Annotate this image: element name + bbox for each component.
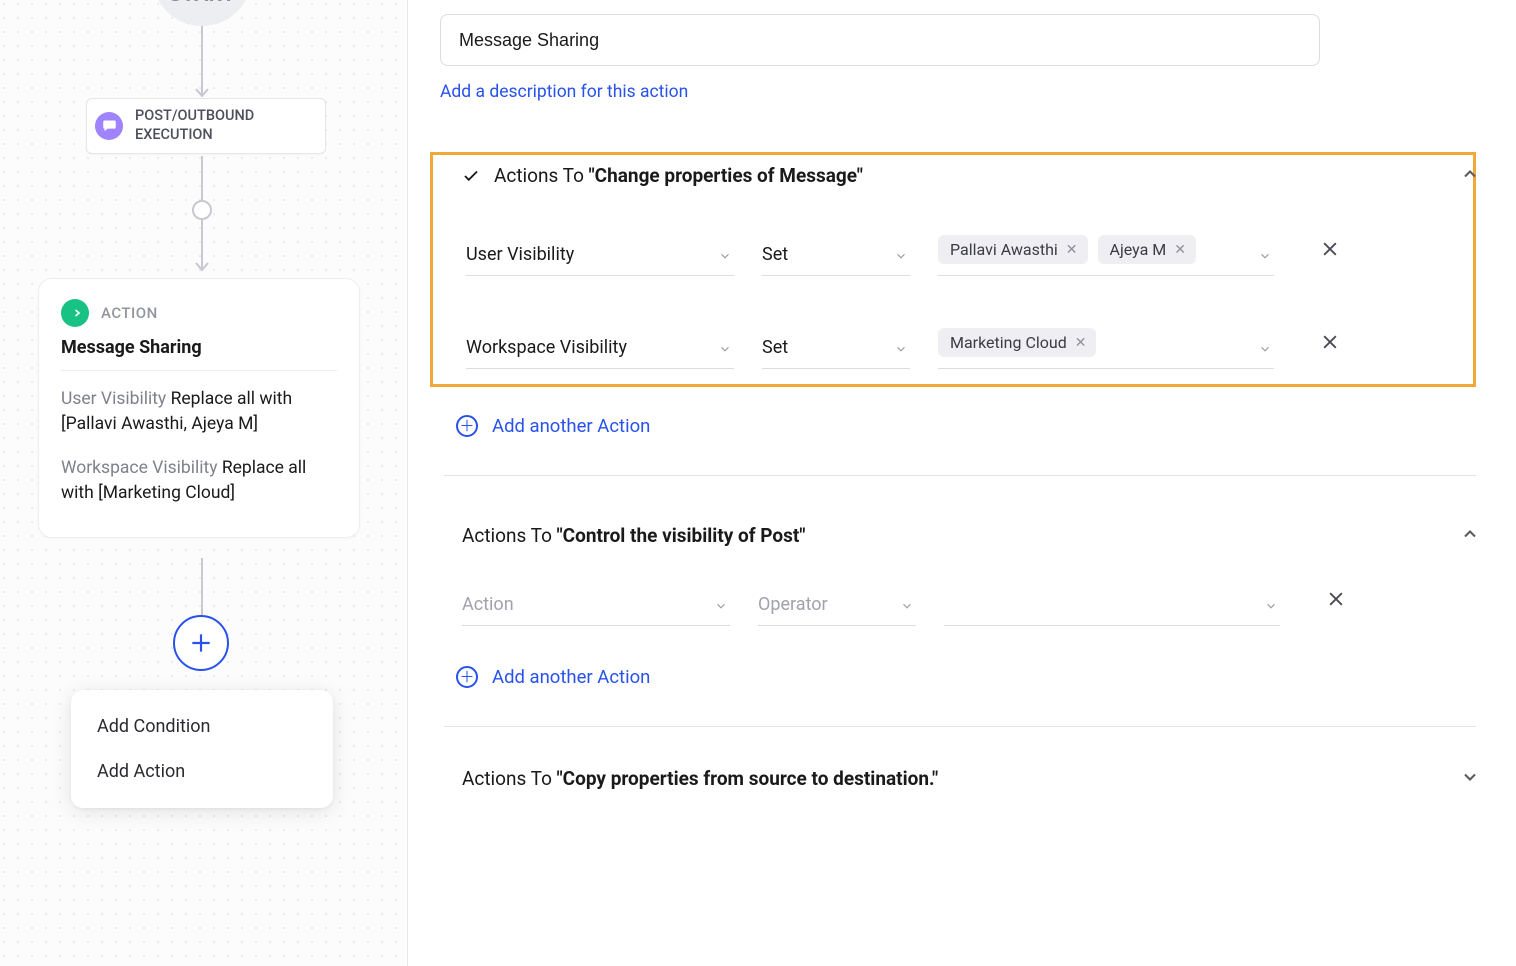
chevron-down-icon — [894, 342, 908, 356]
add-node-button[interactable] — [173, 615, 229, 671]
chevron-up-icon[interactable] — [1460, 164, 1480, 184]
property-select[interactable]: Workspace Visibility — [466, 331, 734, 369]
connector-line — [201, 26, 203, 96]
action-row: Workspace Visibility Set Marketing Cloud… — [462, 320, 1488, 369]
actions-section-visibility: Actions To "Control the visibility of Po… — [440, 504, 1496, 644]
section-divider — [444, 726, 1476, 727]
action-row: Action Operator — [462, 577, 1488, 626]
remove-tag-icon[interactable]: ✕ — [1066, 241, 1078, 258]
arrow-right-icon — [61, 299, 89, 327]
plus-circle-icon: ＋ — [456, 415, 478, 437]
workflow-canvas: START POST/OUTBOUND EXECUTION — [0, 0, 408, 966]
action-name-input[interactable] — [440, 14, 1320, 66]
chevron-down-icon — [718, 342, 732, 356]
tag-chip: Ajeya M✕ — [1098, 235, 1196, 264]
operator-placeholder: Operator — [758, 594, 828, 615]
section-title-prefix: Actions To — [494, 164, 589, 187]
action-row: User Visibility Set Pallavi Awasthi✕ Aje… — [462, 227, 1488, 276]
section-title-prefix: Actions To — [462, 524, 557, 547]
property-placeholder: Action — [462, 594, 514, 615]
property-select[interactable]: User Visibility — [466, 238, 734, 276]
chevron-down-icon — [718, 249, 732, 263]
operator-select[interactable]: Set — [762, 238, 910, 276]
add-condition-item[interactable]: Add Condition — [71, 704, 333, 749]
section-divider — [444, 475, 1476, 476]
operator-value: Set — [762, 244, 788, 265]
chevron-down-icon[interactable] — [1460, 767, 1480, 787]
remove-row-button[interactable] — [1326, 589, 1346, 615]
add-description-link[interactable]: Add a description for this action — [440, 82, 688, 102]
chevron-down-icon — [714, 599, 728, 613]
start-node: START — [152, 0, 252, 26]
connector-line — [201, 558, 203, 616]
action-title: Message Sharing — [61, 337, 337, 358]
connector-line — [201, 156, 203, 202]
check-icon — [462, 167, 480, 185]
add-action-item[interactable]: Add Action — [71, 749, 333, 794]
section-title-bold: "Change properties of Message" — [589, 164, 863, 187]
arrow-down-icon — [195, 88, 209, 98]
value-multiselect[interactable]: Pallavi Awasthi✕ Ajeya M✕ — [938, 227, 1274, 276]
chevron-down-icon — [894, 249, 908, 263]
section-title-prefix: Actions To — [462, 767, 557, 790]
section-title-bold: "Control the visibility of Post" — [557, 524, 806, 547]
action-config-panel: Add a description for this action Action… — [408, 0, 1516, 966]
plus-circle-icon: ＋ — [456, 666, 478, 688]
add-node-popover: Add Condition Add Action — [71, 690, 333, 808]
trigger-label: POST/OUTBOUND EXECUTION — [135, 107, 313, 145]
actions-section-change-properties: Actions To "Change properties of Message… — [440, 152, 1496, 387]
remove-row-button[interactable] — [1320, 239, 1340, 265]
actions-section-copy-properties: Actions To "Copy properties from source … — [440, 747, 1496, 790]
operator-value: Set — [762, 337, 788, 358]
chevron-down-icon — [1258, 249, 1272, 263]
remove-tag-icon[interactable]: ✕ — [1174, 241, 1186, 258]
operator-select[interactable]: Set — [762, 331, 910, 369]
action-type-label: ACTION — [101, 304, 158, 322]
message-icon — [95, 112, 123, 140]
node-handle[interactable] — [192, 200, 212, 220]
property-select[interactable]: Action — [462, 588, 730, 626]
action-summary-2: Workspace Visibility Replace all with [M… — [61, 456, 337, 507]
property-value: User Visibility — [466, 244, 574, 265]
chevron-down-icon — [900, 599, 914, 613]
section-title-bold: "Copy properties from source to destinat… — [557, 767, 939, 790]
action-summary-1: User Visibility Replace all with [Pallav… — [61, 387, 337, 438]
connector-line — [201, 220, 203, 268]
value-multiselect[interactable] — [944, 577, 1280, 626]
tag-chip: Pallavi Awasthi✕ — [938, 235, 1088, 264]
action-node[interactable]: ACTION Message Sharing User Visibility R… — [38, 278, 360, 538]
arrow-down-icon — [195, 262, 209, 272]
add-another-action-link[interactable]: ＋ Add another Action — [456, 415, 650, 437]
remove-row-button[interactable] — [1320, 332, 1340, 358]
chevron-up-icon[interactable] — [1460, 524, 1480, 544]
divider — [61, 370, 337, 371]
value-multiselect[interactable]: Marketing Cloud✕ — [938, 320, 1274, 369]
trigger-node[interactable]: POST/OUTBOUND EXECUTION — [86, 98, 326, 154]
operator-select[interactable]: Operator — [758, 588, 916, 626]
chevron-down-icon — [1258, 342, 1272, 356]
start-label: START — [168, 0, 235, 7]
chevron-down-icon — [1264, 599, 1278, 613]
tag-chip: Marketing Cloud✕ — [938, 328, 1096, 357]
remove-tag-icon[interactable]: ✕ — [1075, 334, 1087, 351]
property-value: Workspace Visibility — [466, 337, 627, 358]
add-another-action-link[interactable]: ＋ Add another Action — [456, 666, 650, 688]
